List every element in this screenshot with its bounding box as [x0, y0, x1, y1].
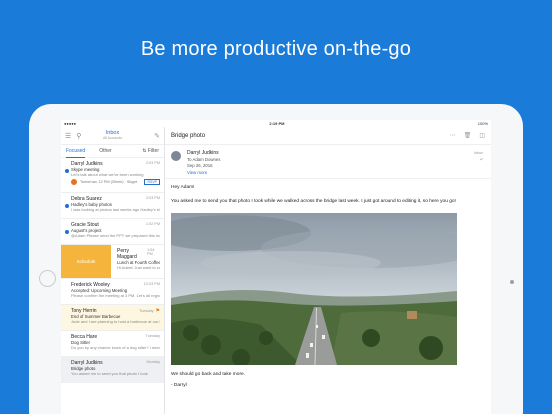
list-subtitle: All Accounts — [102, 135, 123, 140]
more-icon[interactable]: ⋯ — [450, 132, 456, 139]
battery-label: 100% — [477, 121, 488, 126]
search-icon[interactable]: ⚲ — [76, 132, 81, 140]
message-preview: Jude and I are planning to host a barbec… — [71, 319, 160, 324]
calendar-icon — [71, 179, 77, 185]
status-time: 2:19 PM — [269, 121, 285, 126]
message-closing: We should go back and take more. - Darry… — [165, 365, 491, 391]
greeting: Hey Adam! — [171, 185, 195, 190]
camera — [510, 280, 514, 284]
inbox-tabs: Focused Other ⇅ Filter — [61, 145, 164, 158]
flag-icon: ⚑ — [155, 308, 160, 314]
list-header: ☰ ⚲ Inbox All Accounts ✎ — [61, 127, 164, 145]
message-time: 2:03 PM — [145, 161, 160, 165]
message-time: 2:03 PM — [145, 196, 160, 200]
list-item[interactable]: Gracie Stout 1:02 PM August's project @Ad… — [61, 219, 164, 245]
message-time: Tuesday ⚑ — [139, 308, 160, 314]
reading-header: Bridge photo ⋯ 🗑 ◫ — [165, 127, 491, 145]
list-item[interactable]: Becca Hare Tuesday Dog Sitter Do you by a… — [61, 331, 164, 357]
event-time: Tomorrow, 12 PM (30min) · Skype — [80, 180, 138, 184]
body-text: You asked me to send you that photo I to… — [171, 199, 456, 204]
bridge-photo-image — [171, 213, 457, 365]
unread-dot — [65, 230, 69, 234]
list-item[interactable]: Frederick Wooley 12:03 PM Accepted: Upcom… — [61, 279, 164, 305]
schedule-swipe-action[interactable]: Schedule — [61, 245, 111, 278]
list-item[interactable]: Debra Suarez 2:03 PM Hadley's baby photos… — [61, 193, 164, 219]
message-preview: @Adam Please send the PPT we prepared th… — [71, 233, 160, 238]
home-button[interactable] — [39, 270, 56, 287]
rsvp-button[interactable]: RSVP — [144, 179, 160, 185]
filter-button[interactable]: ⇅ Filter — [142, 148, 159, 154]
signoff: - Darryl — [171, 383, 187, 388]
app-screen: ●●●●● 2:19 PM 100% ☰ ⚲ Inbox All Account… — [61, 120, 491, 414]
message-list-pane: ☰ ⚲ Inbox All Accounts ✎ Focused Other ⇅… — [61, 127, 165, 414]
filter-icon: ⇅ — [142, 148, 147, 154]
message-preview: You asked me to send you that photo I to… — [71, 371, 148, 376]
tab-other[interactable]: Other — [99, 145, 112, 157]
message-preview: Let's talk about what we've been working — [71, 172, 144, 177]
message-time-label: Tuesday — [139, 309, 154, 313]
reading-pane: Bridge photo ⋯ 🗑 ◫ Darryl Judkins To Ada… — [165, 127, 491, 414]
message-from: Perry Maggard — [117, 248, 137, 260]
compose-icon[interactable]: ✎ — [140, 132, 160, 140]
headline: Be more productive on-the-go — [140, 38, 412, 60]
message-time: Tuesday — [145, 334, 160, 338]
message-preview: I was looking at photos last weeks ago H… — [71, 207, 160, 212]
list-item-swiped[interactable]: Schedule Perry Maggard 1:54 PM Lunch at F… — [61, 245, 164, 279]
message-time: 1:54 PM — [147, 248, 155, 256]
view-more-link[interactable]: View more — [187, 170, 485, 177]
unread-dot — [65, 204, 69, 208]
message-time: Monday — [146, 360, 160, 364]
list-item[interactable]: Tony Herrin Tuesday ⚑ End of Summer Barbec… — [61, 305, 164, 331]
status-bar: ●●●●● 2:19 PM 100% — [61, 120, 491, 127]
filter-label: Filter — [147, 148, 159, 154]
reply-icon[interactable]: ↶ — [480, 158, 483, 162]
message-preview: Do you by any chance know of a dog sitte… — [71, 345, 160, 350]
message-body: Hey Adam! You asked me to send you that … — [165, 179, 491, 205]
signal-icon: ●●●●● — [64, 121, 77, 126]
archive-icon[interactable]: ◫ — [479, 132, 485, 139]
sender-block: Darryl Judkins To Adam Downes Sep 26, 20… — [165, 145, 491, 179]
list-item[interactable]: Darryl Judkins 2:03 PM Skype meeting Let'… — [61, 158, 164, 193]
message-preview: Please confirm the meeting at 3 PM. Let'… — [71, 293, 160, 298]
message-time: 12:03 PM — [143, 282, 160, 286]
folder-label: Inbox — [473, 151, 483, 155]
message-time: 1:02 PM — [145, 222, 160, 226]
event-strip: Tomorrow, 12 PM (30min) · Skype RSVP — [71, 179, 160, 185]
ipad-frame: ●●●●● 2:19 PM 100% ☰ ⚲ Inbox All Account… — [29, 104, 523, 414]
message-preview: Hi Adam! Just want to confirm that you'l… — [117, 265, 160, 270]
attached-photo[interactable] — [171, 213, 457, 365]
unread-dot — [65, 169, 69, 173]
menu-icon[interactable]: ☰ — [65, 132, 71, 140]
tab-focused[interactable]: Focused — [66, 145, 86, 158]
avatar — [171, 151, 181, 161]
list-item-selected[interactable]: Darryl Judkins Monday Bridge photo You as… — [61, 357, 164, 383]
closing-line: We should go back and take more. — [171, 372, 246, 377]
trash-icon[interactable]: 🗑 — [464, 132, 472, 139]
reading-subject: Bridge photo — [171, 132, 206, 139]
